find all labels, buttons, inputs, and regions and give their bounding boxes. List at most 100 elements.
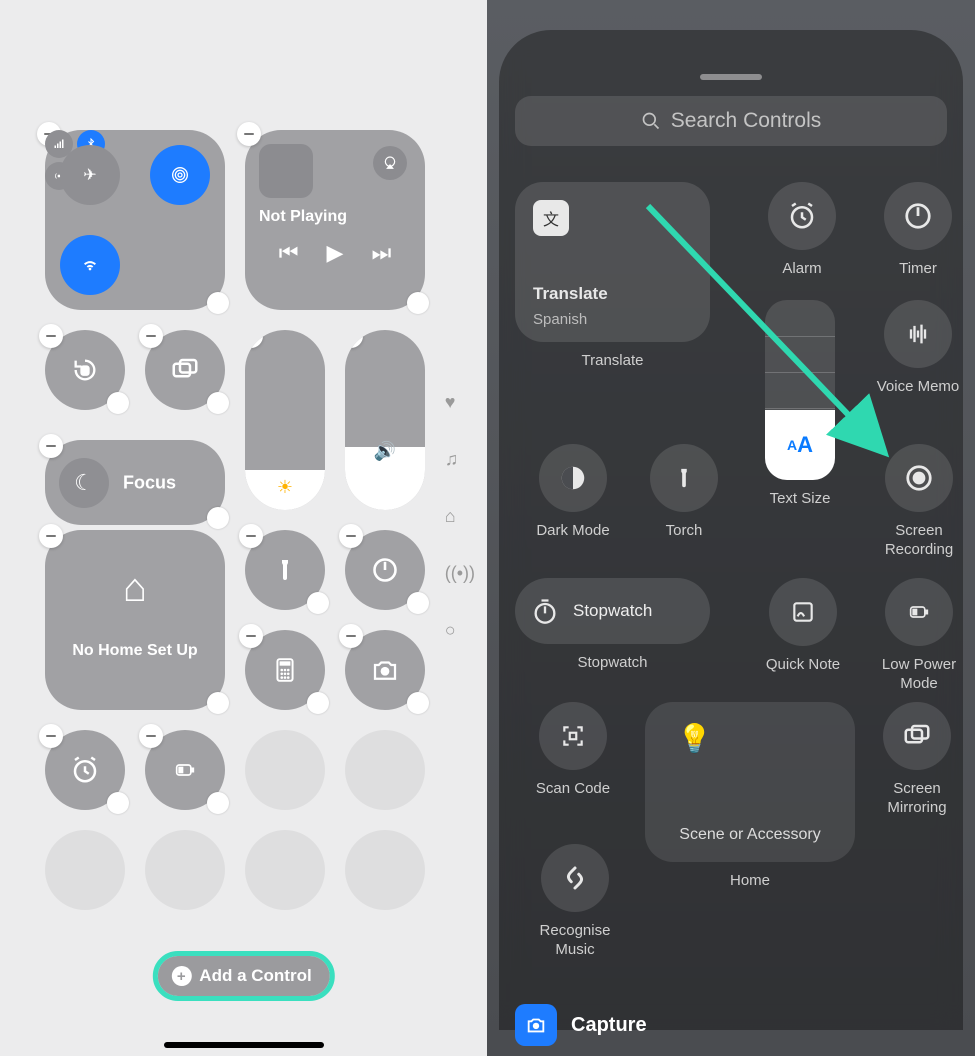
focus-tile[interactable]: ☾ Focus [45,440,225,525]
airplane-icon[interactable]: ✈ [60,145,120,205]
grabber[interactable] [700,74,762,80]
screen-recording-control[interactable]: Screen Recording [871,444,967,560]
remove-icon[interactable] [239,624,263,648]
remove-icon[interactable] [237,122,261,146]
media-tile[interactable]: Not Playing ⏮ ▶ ⏭ [245,130,425,310]
record-icon [885,444,953,512]
screen-mirror-control[interactable]: Screen Mirroring [867,702,967,818]
remove-icon[interactable] [345,330,363,348]
low-power-tile[interactable] [145,730,225,810]
low-power-control[interactable]: Low Power Mode [869,578,969,694]
remove-icon[interactable] [139,324,163,348]
page-indicators[interactable]: ♥ ♫ ⌂ ((•)) ○ [445,392,475,641]
timer-icon [884,182,952,250]
stopwatch-control[interactable]: Stopwatch Stopwatch [515,578,710,673]
remove-icon[interactable] [39,524,63,548]
empty-slot[interactable] [145,830,225,910]
voice-memo-control[interactable]: Voice Memo [871,300,965,397]
timer-tile[interactable] [345,530,425,610]
text-size-handle: AA [765,410,835,480]
speaker-icon: 🔊 [374,441,396,462]
remove-icon[interactable] [39,434,63,458]
tiles: ✈ Not Play [45,100,445,920]
remove-icon[interactable] [339,524,363,548]
connectivity-page-icon[interactable]: ((•)) [445,563,475,584]
resize-handle[interactable] [207,507,229,529]
heart-icon[interactable]: ♥ [445,392,475,413]
connectivity-tile[interactable]: ✈ [45,130,225,310]
translate-icon: 文 [533,200,569,236]
alarm-icon [768,182,836,250]
text-size-control[interactable]: AA Text Size [755,300,845,509]
remove-icon[interactable] [245,330,263,348]
screen-mirror-tile[interactable] [145,330,225,410]
battery-icon [885,578,953,646]
resize-handle[interactable] [407,692,429,714]
qr-icon [539,702,607,770]
torch-tile[interactable] [245,530,325,610]
quick-note-control[interactable]: Quick Note [757,578,849,675]
resize-handle[interactable] [307,592,329,614]
torch-control[interactable]: Torch [639,444,729,541]
scan-code-control[interactable]: Scan Code [523,702,623,799]
home-page-icon[interactable]: ⌂ [445,506,475,527]
translate-title: Translate [533,284,608,304]
resize-handle[interactable] [407,292,429,314]
translate-caption: Translate [515,352,710,371]
search-placeholder: Search Controls [671,109,822,133]
resize-handle[interactable] [407,592,429,614]
dark-mode-control[interactable]: Dark Mode [523,444,623,541]
resize-handle[interactable] [207,792,229,814]
camera-tile[interactable] [345,630,425,710]
alarm-control[interactable]: Alarm [757,182,847,279]
remove-icon[interactable] [39,324,63,348]
wifi-icon[interactable] [60,235,120,295]
home-icon: ⌂ [123,566,147,611]
airdrop-icon[interactable] [150,145,210,205]
home-tile[interactable]: ⌂ No Home Set Up [45,530,225,710]
control-center-edit: ✈ Not Play [0,0,487,1056]
empty-slot[interactable] [245,830,325,910]
empty-slot[interactable] [45,830,125,910]
brightness-slider[interactable]: ☀ [245,330,325,510]
recognise-music-control[interactable]: Recognise Music [523,844,627,960]
plus-icon: + [171,966,191,986]
resize-handle[interactable] [307,692,329,714]
resize-handle[interactable] [107,392,129,414]
more-page-icon[interactable]: ○ [445,620,475,641]
add-control-button[interactable]: + Add a Control [157,956,329,996]
home-indicator[interactable] [164,1042,324,1048]
resize-handle[interactable] [207,392,229,414]
album-art [259,144,313,198]
play-icon[interactable]: ▶ [327,240,344,266]
remove-icon[interactable] [339,624,363,648]
music-page-icon[interactable]: ♫ [445,449,475,470]
translate-lang: Spanish [533,311,587,328]
empty-slot[interactable] [345,830,425,910]
search-field[interactable]: Search Controls [515,96,947,146]
empty-slot[interactable] [245,730,325,810]
calculator-tile[interactable] [245,630,325,710]
search-icon [641,111,661,131]
forward-icon[interactable]: ⏭ [371,240,391,266]
capture-section[interactable]: Capture [515,1004,647,1046]
remove-icon[interactable] [139,724,163,748]
moon-icon: ☾ [59,458,109,508]
focus-label: Focus [123,472,176,493]
resize-handle[interactable] [207,692,229,714]
sun-icon: ☀ [277,477,293,498]
translate-control[interactable]: 文 Translate Spanish Translate [515,182,710,371]
volume-slider[interactable]: 🔊 [345,330,425,510]
airplay-icon[interactable] [373,146,407,180]
timer-control[interactable]: Timer [873,182,963,279]
alarm-tile[interactable] [45,730,125,810]
remove-icon[interactable] [239,524,263,548]
empty-slot[interactable] [345,730,425,810]
controls-gallery: Search Controls 文 Translate Spanish Tran… [487,0,975,1056]
remove-icon[interactable] [39,724,63,748]
home-scene-control[interactable]: 💡 Scene or Accessory Home [645,702,855,891]
rewind-icon[interactable]: ⏮ [279,240,299,266]
resize-handle[interactable] [107,792,129,814]
note-icon [769,578,837,646]
rotation-lock-tile[interactable] [45,330,125,410]
